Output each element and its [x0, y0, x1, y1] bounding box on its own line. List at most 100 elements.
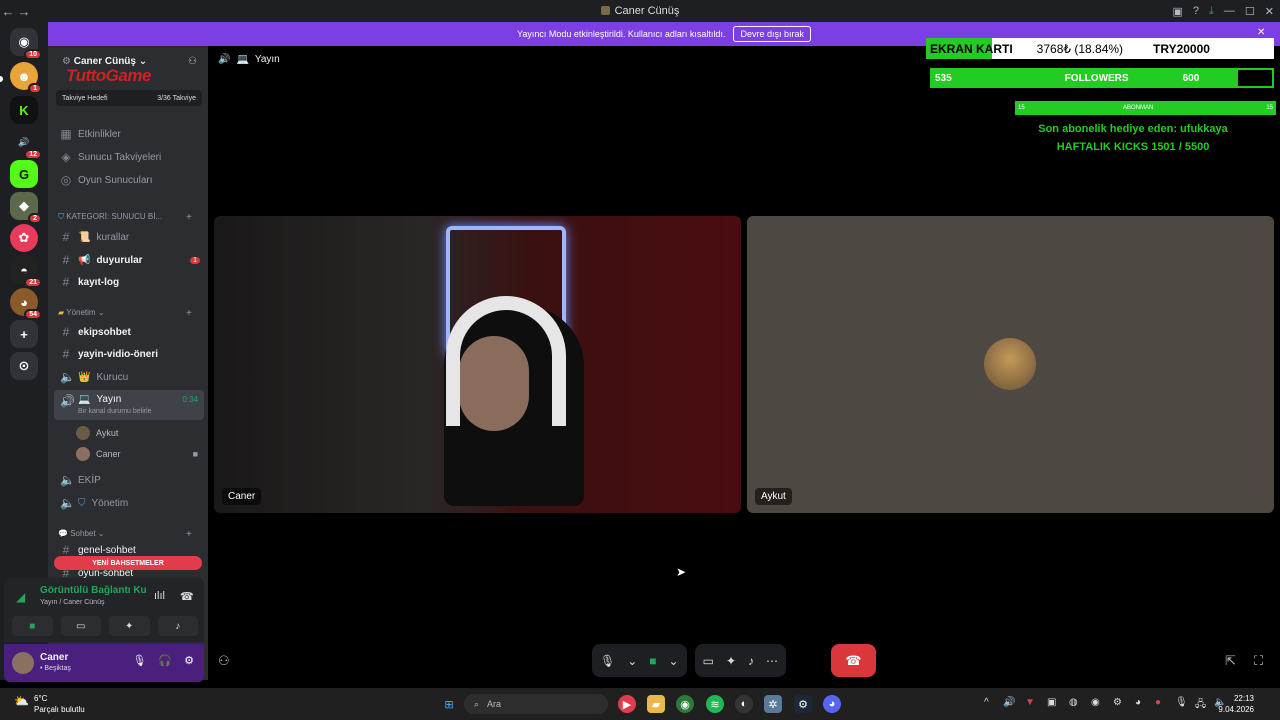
chevron-down-icon[interactable]: ⌄: [627, 654, 637, 668]
fullscreen-icon[interactable]: ⛶: [1254, 653, 1263, 669]
channel-status[interactable]: Bir kanal durumu belirle: [78, 408, 152, 415]
screen-icon[interactable]: ▣: [1173, 5, 1183, 18]
user-status[interactable]: • Beşiktaş: [40, 665, 71, 672]
channel-duyurular[interactable]: # 📢 duyurular 1: [54, 250, 204, 270]
participant-name: Aykut: [755, 488, 792, 505]
app-icon-5[interactable]: ◐: [735, 695, 753, 713]
minimize-button[interactable]: —: [1224, 5, 1235, 17]
back-arrow-icon[interactable]: ←: [0, 4, 16, 19]
microphone-icon[interactable]: 🎙: [600, 654, 615, 668]
voice-member-aykut[interactable]: Aykut: [76, 426, 118, 440]
screen-share-icon[interactable]: ▭: [703, 654, 714, 668]
chevron-down-icon[interactable]: ⌄: [669, 654, 679, 668]
add-server-icon[interactable]: +: [10, 320, 38, 348]
screen-share-button[interactable]: ▭: [60, 616, 101, 636]
explore-icon[interactable]: ⊙: [10, 352, 38, 380]
dm-button[interactable]: ◉ 10: [10, 28, 42, 60]
nav-events[interactable]: ▦ Etkinlikler: [54, 124, 204, 144]
help-icon[interactable]: ?: [1193, 5, 1199, 17]
invite-people-icon[interactable]: ⚇: [218, 653, 230, 669]
disable-streamer-mode-button[interactable]: Devre dışı bırak: [733, 26, 811, 42]
nav-game-servers[interactable]: ◎ Oyun Sunucuları: [54, 170, 204, 190]
microphone-icon[interactable]: 🎙: [132, 654, 146, 667]
headphones-icon[interactable]: 🎧: [158, 654, 172, 667]
server-icon-7[interactable]: ◓ 21: [10, 256, 42, 288]
add-channel-icon[interactable]: +: [186, 308, 192, 319]
boost-goal[interactable]: Takviye Hedefi 3/36 Takviye: [56, 90, 202, 106]
voice-member-caner[interactable]: Caner ■: [76, 447, 198, 461]
add-channel-icon[interactable]: +: [186, 212, 192, 223]
voice-status-title[interactable]: Görüntülü Bağlantı Ku: [40, 585, 147, 596]
steam-icon[interactable]: ⚙: [794, 695, 812, 713]
voice-status-sub[interactable]: Yayın / Caner Cünüş: [40, 599, 104, 606]
forward-arrow-icon[interactable]: →: [16, 4, 32, 19]
tray-icon-7[interactable]: ●: [1155, 697, 1161, 708]
nav-boosts[interactable]: ◈ Sunucu Takviyeleri: [54, 147, 204, 167]
add-channel-icon[interactable]: +: [186, 529, 192, 540]
soundboard-icon[interactable]: ♪: [748, 654, 754, 668]
volume-icon[interactable]: 🔊: [1003, 697, 1015, 708]
network-icon[interactable]: 🖧: [1195, 697, 1206, 714]
end-call-button[interactable]: ☎: [831, 644, 876, 677]
server-icon-3[interactable]: 🔊 12: [10, 128, 42, 160]
server-icon-kick[interactable]: K: [10, 96, 38, 124]
tray-icon-6[interactable]: ◕: [1135, 697, 1141, 708]
microphone-tray-icon[interactable]: 🎙: [1175, 697, 1188, 708]
search-icon: ⌕: [474, 698, 480, 709]
user-avatar[interactable]: [12, 652, 34, 674]
channel-kurallar[interactable]: # 📜 kurallar: [54, 227, 204, 247]
voice-channel-ekip[interactable]: 🔈 EKİP: [54, 470, 204, 490]
disconnect-icon[interactable]: ☎: [180, 590, 194, 603]
taskbar-search[interactable]: ⌕ Ara: [464, 694, 608, 714]
category-server[interactable]: ⛉ KATEGORİ: SUNUCU Bİ... +: [58, 212, 208, 223]
tray-icon-3[interactable]: ◍: [1069, 697, 1078, 708]
new-mentions-button[interactable]: YENİ BAHSETMELER: [54, 556, 202, 570]
tray-icon-2[interactable]: ▣: [1047, 697, 1056, 708]
server-icon-6[interactable]: ✿: [10, 224, 38, 252]
activities-button[interactable]: ✦: [109, 616, 150, 636]
tray-icon-5[interactable]: ⚙: [1113, 697, 1122, 708]
server-icon-8[interactable]: ◕ 54: [10, 288, 42, 320]
voice-channel-yonetim[interactable]: 🔈 ⛉ Yönetim: [54, 493, 204, 513]
video-tile-aykut[interactable]: Aykut: [747, 216, 1274, 513]
settings-icon[interactable]: ⚙: [184, 654, 194, 667]
download-icon[interactable]: ⤓: [1209, 5, 1214, 18]
maximize-button[interactable]: ☐: [1245, 5, 1255, 18]
server-icon-4[interactable]: G: [10, 160, 38, 188]
channel-ekipsohbet[interactable]: # ekipsohbet: [54, 322, 204, 342]
chevron-up-icon[interactable]: ^: [984, 697, 989, 708]
start-icon[interactable]: ⊞: [440, 695, 458, 713]
server-icon-1[interactable]: ☻ 1: [10, 62, 42, 94]
channel-kayitlog[interactable]: # kayıt-log: [54, 272, 204, 292]
weather-widget[interactable]: ⛅ 6°C Parçalı bulutlu: [14, 693, 85, 715]
category-yonetim[interactable]: ▰ Yönetim ⌄ +: [58, 308, 208, 319]
voice-channel-yayin[interactable]: 🔊 💻 Yayın 0:34 Bir kanal durumu belirle: [54, 390, 204, 420]
clock[interactable]: 22:13 9.04.2026: [1218, 693, 1254, 715]
discord-icon[interactable]: ◕: [823, 695, 841, 713]
explorer-icon[interactable]: ▰: [647, 695, 665, 713]
camera-toggle-button[interactable]: ■: [12, 616, 53, 636]
soundboard-button[interactable]: ♪: [157, 616, 198, 636]
channel-genel-sohbet[interactable]: # genel-sohbet: [54, 543, 204, 557]
noise-suppression-icon[interactable]: ılıl: [154, 590, 165, 602]
close-icon[interactable]: ✕: [1257, 27, 1265, 38]
user-name[interactable]: Caner: [40, 652, 68, 663]
close-button[interactable]: ✕: [1265, 5, 1274, 18]
activities-icon[interactable]: ✦: [726, 654, 736, 668]
server-icon-5[interactable]: ◆ 2: [10, 192, 42, 224]
app-icon-6[interactable]: ✲: [764, 695, 782, 713]
spotify-icon[interactable]: ≋: [706, 695, 724, 713]
chrome-icon[interactable]: ◉: [676, 695, 694, 713]
tray-icon-4[interactable]: ◉: [1091, 697, 1100, 708]
signal-icon[interactable]: ◢: [16, 590, 25, 604]
channel-yayinvidio[interactable]: # yayin-vidio-öneri: [54, 344, 204, 364]
camera-icon[interactable]: ■: [649, 654, 656, 668]
category-sohbet[interactable]: 💬 Sohbet ⌄ +: [58, 529, 208, 540]
popout-icon[interactable]: ⇱: [1225, 653, 1236, 669]
voice-channel-kurucu[interactable]: 🔈 👑 Kurucu: [54, 367, 204, 387]
video-tile-caner[interactable]: Caner: [214, 216, 741, 513]
tray-icon-1[interactable]: ▼: [1025, 697, 1035, 708]
more-icon[interactable]: ⋯: [766, 654, 778, 668]
app-icon-1[interactable]: ▶: [618, 695, 636, 713]
invite-icon[interactable]: ⚇: [188, 56, 197, 67]
